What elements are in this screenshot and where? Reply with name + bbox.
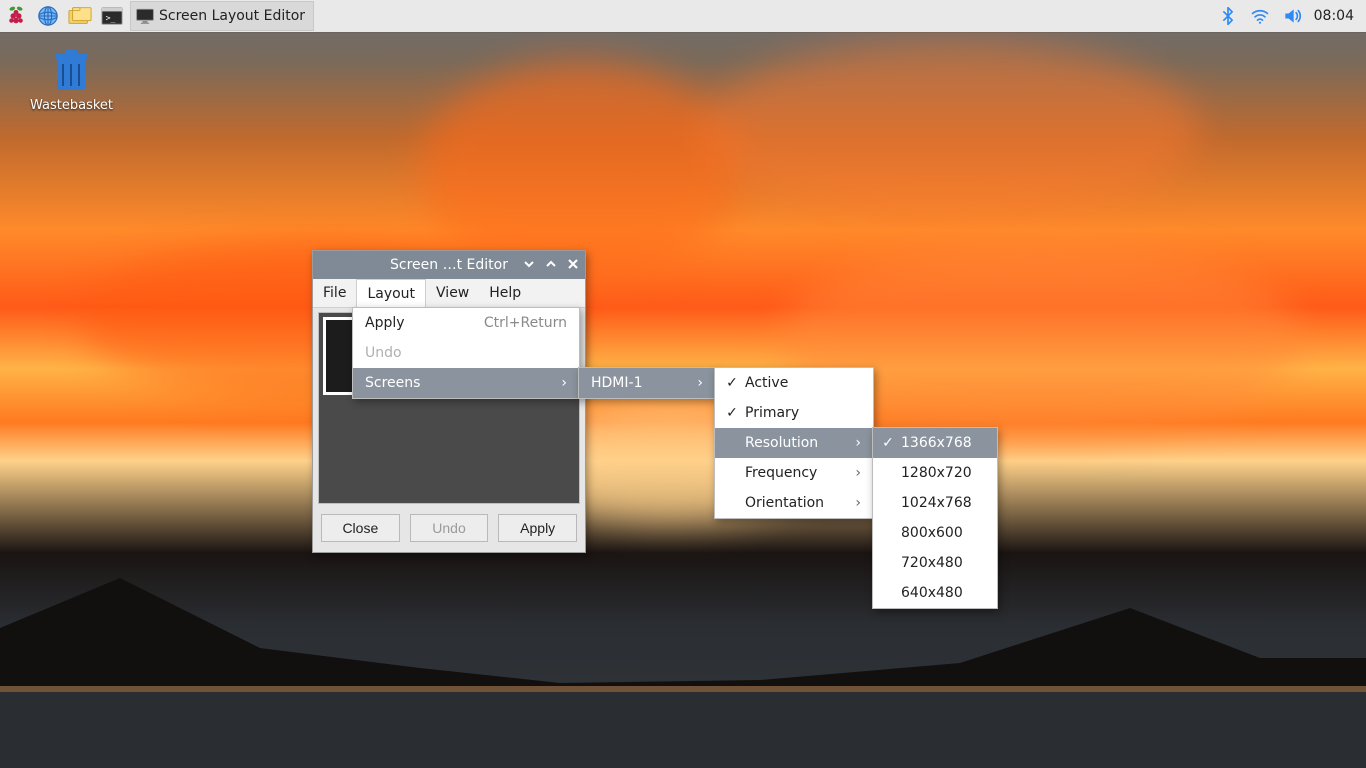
menu-raspberry-icon[interactable]	[0, 0, 32, 32]
chevron-right-icon: ›	[697, 375, 703, 391]
menu-help[interactable]: Help	[479, 279, 531, 307]
volume-icon[interactable]	[1276, 0, 1308, 32]
close-button[interactable]: Close	[321, 514, 400, 542]
res-1366x768-item[interactable]: ✓ 1366x768	[873, 428, 997, 458]
screens-hdmi1-label: HDMI-1	[591, 375, 673, 391]
panel-clock[interactable]: 08:04	[1308, 8, 1366, 24]
screen-layout-editor-window: Screen …t Editor File Layout View Help C…	[312, 250, 586, 553]
web-browser-icon[interactable]	[32, 0, 64, 32]
chevron-right-icon: ›	[855, 435, 861, 451]
hdmi-primary-item[interactable]: ✓ Primary	[715, 398, 873, 428]
chevron-right-icon: ›	[855, 465, 861, 481]
desktop-wastebasket-label: Wastebasket	[30, 98, 112, 113]
terminal-icon[interactable]: >_	[96, 0, 128, 32]
res-label: 800x600	[901, 525, 985, 541]
res-1280x720-item[interactable]: 1280x720	[873, 458, 997, 488]
hdmi-active-label: Active	[745, 375, 861, 391]
window-button-bar: Close Undo Apply	[313, 504, 585, 552]
menu-layout[interactable]: Layout	[356, 279, 426, 308]
res-720x480-item[interactable]: 720x480	[873, 548, 997, 578]
taskbar-app-button[interactable]: Screen Layout Editor	[130, 1, 314, 31]
chevron-right-icon: ›	[561, 375, 567, 391]
check-icon: ✓	[723, 405, 741, 421]
menu-file[interactable]: File	[313, 279, 356, 307]
layout-apply-label: Apply	[365, 315, 460, 331]
hdmi-orientation-item[interactable]: Orientation ›	[715, 488, 873, 518]
hdmi-frequency-item[interactable]: Frequency ›	[715, 458, 873, 488]
taskbar-app-label: Screen Layout Editor	[159, 8, 305, 24]
top-panel: >_ Screen Layout Editor 08:04	[0, 0, 1366, 32]
window-minimize-icon[interactable]	[523, 258, 535, 273]
layout-apply-item[interactable]: Apply Ctrl+Return	[353, 308, 579, 338]
layout-screens-item[interactable]: Screens ›	[353, 368, 579, 398]
check-icon: ✓	[723, 375, 741, 391]
res-label: 1366x768	[901, 435, 985, 451]
res-1024x768-item[interactable]: 1024x768	[873, 488, 997, 518]
hdmi-orientation-label: Orientation	[745, 495, 831, 511]
layout-dropdown: Apply Ctrl+Return Undo Screens ›	[352, 307, 580, 399]
menu-view[interactable]: View	[426, 279, 479, 307]
file-manager-icon[interactable]	[64, 0, 96, 32]
layout-apply-accel: Ctrl+Return	[484, 315, 567, 331]
res-800x600-item[interactable]: 800x600	[873, 518, 997, 548]
res-label: 1024x768	[901, 495, 985, 511]
hdmi-resolution-label: Resolution	[745, 435, 831, 451]
window-title: Screen …t Editor	[390, 257, 508, 273]
res-label: 720x480	[901, 555, 985, 571]
window-maximize-icon[interactable]	[545, 258, 557, 273]
desktop-wastebasket[interactable]: Wastebasket	[30, 46, 112, 113]
hdmi-active-item[interactable]: ✓ Active	[715, 368, 873, 398]
undo-button[interactable]: Undo	[410, 514, 489, 542]
bluetooth-icon[interactable]	[1212, 0, 1244, 32]
check-icon: ✓	[879, 435, 897, 451]
hdmi-primary-label: Primary	[745, 405, 861, 421]
trash-icon	[49, 46, 93, 94]
apply-button[interactable]: Apply	[498, 514, 577, 542]
wifi-icon[interactable]	[1244, 0, 1276, 32]
svg-text:>_: >_	[106, 13, 116, 23]
monitor-icon	[135, 7, 155, 25]
window-titlebar[interactable]: Screen …t Editor	[313, 251, 585, 279]
hdmi-frequency-label: Frequency	[745, 465, 831, 481]
hdmi-dropdown: ✓ Active ✓ Primary Resolution › Frequenc…	[714, 367, 874, 519]
resolution-dropdown: ✓ 1366x768 1280x720 1024x768 800x600 720…	[872, 427, 998, 609]
layout-undo-item[interactable]: Undo	[353, 338, 579, 368]
screens-hdmi1-item[interactable]: HDMI-1 ›	[579, 368, 715, 398]
res-label: 1280x720	[901, 465, 985, 481]
layout-screens-label: Screens	[365, 375, 537, 391]
layout-undo-label: Undo	[365, 345, 567, 361]
hdmi-resolution-item[interactable]: Resolution ›	[715, 428, 873, 458]
screens-dropdown: HDMI-1 ›	[578, 367, 716, 399]
res-640x480-item[interactable]: 640x480	[873, 578, 997, 608]
res-label: 640x480	[901, 585, 985, 601]
window-menubar: File Layout View Help	[313, 279, 585, 308]
window-close-icon[interactable]	[567, 258, 579, 273]
chevron-right-icon: ›	[855, 495, 861, 511]
